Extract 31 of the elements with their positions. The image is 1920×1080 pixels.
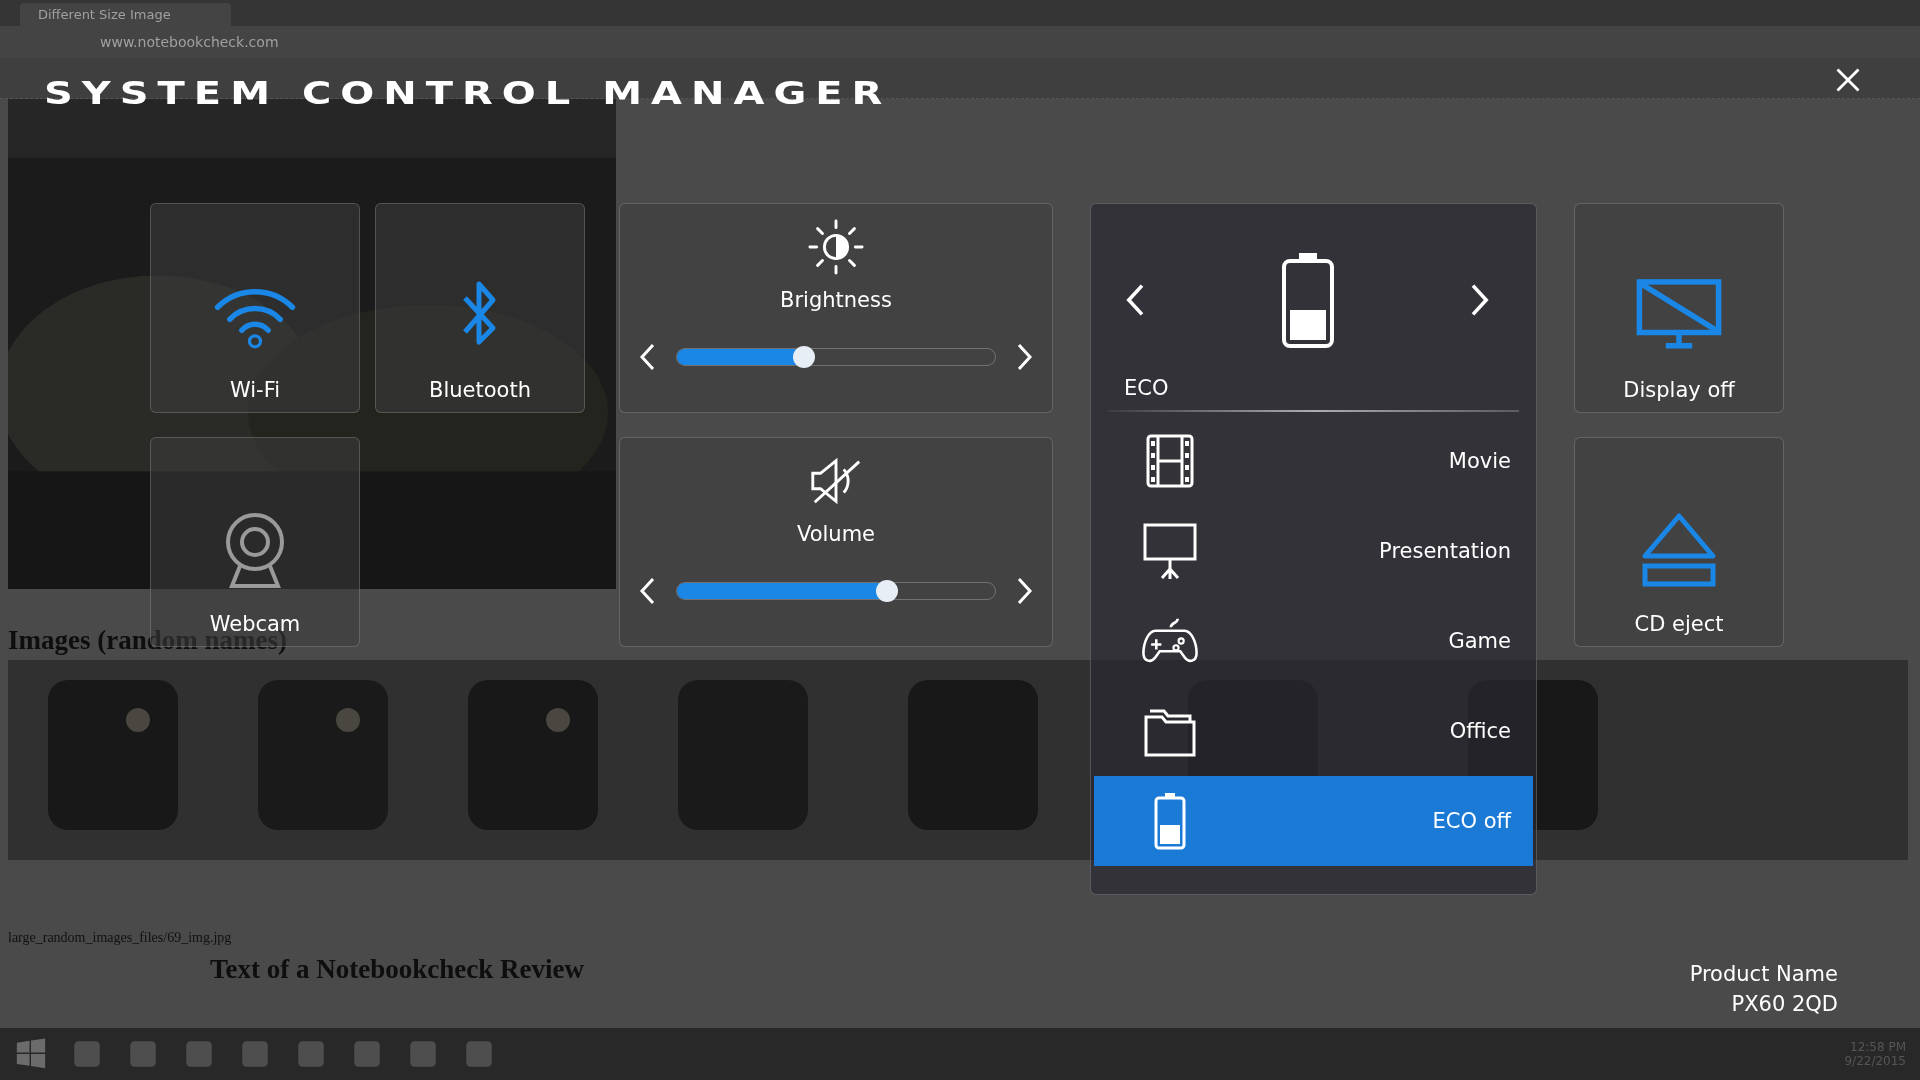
toggle-tile[interactable]: CD eject: [1574, 437, 1784, 647]
toggle-tile[interactable]: Display off: [1574, 203, 1784, 413]
tile-label: CD eject: [1634, 612, 1724, 636]
sun-icon: [807, 218, 865, 276]
mode-label: Office: [1449, 719, 1511, 743]
mode-label: Game: [1448, 629, 1511, 653]
power-mode-item[interactable]: Game: [1094, 596, 1533, 686]
slider-label: Volume: [796, 522, 876, 546]
current-mode-label: ECO: [1124, 376, 1170, 400]
power-mode-item[interactable]: Movie: [1094, 416, 1533, 506]
tile-label: Display off: [1623, 378, 1735, 402]
tile-label: Wi-Fi: [229, 378, 281, 402]
mode-label: Presentation: [1379, 539, 1511, 563]
windows-logo-icon[interactable]: [14, 1037, 48, 1071]
close-icon[interactable]: [1834, 66, 1862, 94]
power-mode-item[interactable]: Office: [1094, 686, 1533, 776]
product-model: PX60 2QD: [1731, 992, 1838, 1016]
tile-label: Bluetooth: [429, 378, 531, 402]
page-subheading: Text of a Notebookcheck Review: [210, 954, 584, 985]
app-title: SYSTEM CONTROL MANAGER: [44, 74, 892, 112]
browser-tab[interactable]: Different Size Image: [20, 3, 231, 26]
toggle-tile[interactable]: Wi-Fi: [150, 203, 360, 413]
mode-label: ECO off: [1432, 809, 1511, 833]
image-caption: large_random_images_files/69_img.jpg: [8, 930, 232, 946]
power-mode-item[interactable]: ECO off: [1094, 776, 1533, 866]
power-mode-item[interactable]: Presentation: [1094, 506, 1533, 596]
product-name-label: Product Name: [1689, 962, 1838, 986]
mode-label: Movie: [1448, 449, 1511, 473]
toggle-tile[interactable]: Bluetooth: [375, 203, 585, 413]
address-bar[interactable]: www.notebookcheck.com: [100, 34, 279, 50]
slider-label: Brightness: [780, 288, 892, 312]
